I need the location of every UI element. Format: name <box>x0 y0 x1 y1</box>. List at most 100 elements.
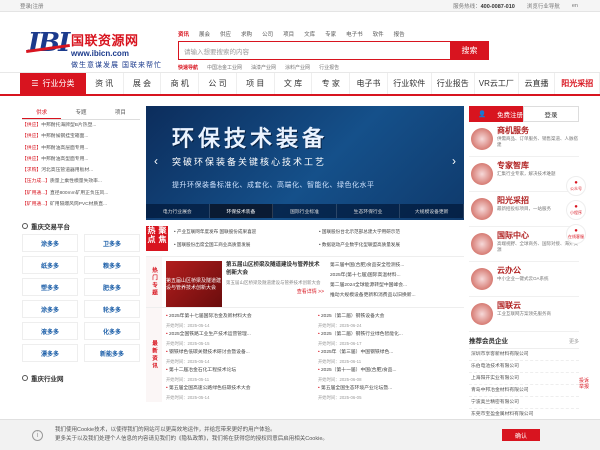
member-item[interactable]: 乐伯电池技术有限公司 <box>469 361 579 373</box>
trade-logo[interactable]: 肥多多 <box>84 278 140 297</box>
cookie-confirm-button[interactable]: 确认 <box>502 429 540 441</box>
nav-item[interactable]: 项 目 <box>237 73 275 94</box>
service-item[interactable]: 云办公 中小企业一键式云OA系统 <box>469 262 579 297</box>
banner-tab[interactable]: 生态环保行业 <box>336 204 401 218</box>
topic-image[interactable]: 第五届山区桥梁及隧道建设与管养技术创新大会 <box>166 261 222 307</box>
news-item[interactable]: • 第五届全国生态环境产业论坛暨... 开始时间：2025-06-05 <box>318 384 464 402</box>
float-button[interactable]: ● 在线客服 <box>566 224 586 244</box>
trade-logo[interactable]: 涂多多 <box>22 234 78 253</box>
member-item[interactable]: 宁波奥兰精密有限公司 <box>469 397 579 409</box>
search-tab[interactable]: 展会 <box>199 30 210 38</box>
site-logo[interactable]: IBI 国联资源网 www.ibicn.com 做生意谋发展 国联来帮忙 <box>26 28 162 70</box>
search-tab[interactable]: 电子书 <box>346 30 363 38</box>
quick-nav-link[interactable]: 油漆产业网 <box>251 64 276 71</box>
left-tab[interactable]: 项目 <box>101 106 140 119</box>
news-item[interactable]: • 2025年第十七届国际冶金及新材料大会 开始时间：2025-05-14 <box>166 312 312 330</box>
list-item[interactable]: 【矿用通...】直径800mm矿用正负压风... <box>22 188 140 199</box>
trade-logo[interactable]: 液多多 <box>22 322 78 341</box>
float-button[interactable]: ● 公众号 <box>566 176 586 196</box>
news-item[interactable]: • 2025全国铁路工业生产技术运营管理... 开始时间：2025-05-15 <box>166 330 312 348</box>
search-tab[interactable]: 公司 <box>262 30 273 38</box>
list-item[interactable]: 【压力成...】质量上乘性模量失效率... <box>22 176 140 187</box>
banner-tab[interactable]: 环保技术装备 <box>209 204 274 218</box>
login-button[interactable]: 登录 <box>523 106 579 122</box>
nav-item[interactable]: 行业软件 <box>388 73 432 94</box>
search-tab[interactable]: 供应 <box>220 30 231 38</box>
list-item[interactable]: 【矿用通...】矿用隔爆风筒PVC材质直... <box>22 199 140 210</box>
news-item[interactable]: • 第十二届冶金石化工程技术论坛 开始时间：2025-05-11 <box>166 366 312 384</box>
news-item[interactable]: • 2025年（第三届）中国钢铁绿色... 开始时间：2025-06-11 <box>318 348 464 366</box>
banner-tab[interactable]: 电力行业展会 <box>146 204 210 218</box>
hot-line[interactable]: • 产业互联网年度发布 国联股份成果喜迎 <box>174 226 319 239</box>
search-tab[interactable]: 软件 <box>373 30 384 38</box>
register-button[interactable]: 👤 免费注册 <box>469 106 523 122</box>
quick-nav-link[interactable]: 行业报告 <box>319 64 339 71</box>
list-item[interactable]: 【供应】中邦耐候钢挂宝箱面... <box>22 131 140 142</box>
login-link[interactable]: 登录 <box>20 4 31 10</box>
topic-list-item[interactable]: 推动大规模设备更新和消费品以旧换新... <box>330 291 464 301</box>
news-item[interactable]: • 2025（第二届）钢铁设备大会 开始时间：2025-06-24 <box>318 312 464 330</box>
report-link[interactable]: 投诉举报 <box>578 378 590 390</box>
hot-line[interactable]: • 国联股份台北示范部总建大学用研示范 <box>319 226 464 239</box>
nav-item[interactable]: 阳光采招 <box>555 73 600 94</box>
search-tab[interactable]: 求购 <box>241 30 252 38</box>
trade-logo[interactable]: 涂多多 <box>22 300 78 319</box>
language-switch[interactable]: en <box>572 3 578 9</box>
float-button[interactable]: ● 小程序 <box>566 200 586 220</box>
list-item[interactable]: 【求购】河北高压管道器用板材... <box>22 165 140 176</box>
left-tab[interactable]: 供求 <box>22 106 62 119</box>
search-button[interactable]: 搜索 <box>450 41 489 60</box>
trade-logo[interactable]: 塑多多 <box>22 278 78 297</box>
main-banner[interactable]: ‹ › 环保技术装备 突破环保装备关键核心技术工艺 提升环保装备标准化、成套化、… <box>146 106 464 220</box>
search-tab[interactable]: 项目 <box>283 30 294 38</box>
nav-item[interactable]: 专 家 <box>312 73 351 94</box>
banner-tab[interactable]: 大规模设备更新 <box>400 204 464 218</box>
service-item[interactable]: 国际中心 高端视野、全球商务、国际对接、海外资源 <box>469 227 579 262</box>
news-item[interactable]: • 第五届全国高速公路绿色低碳技术大会 开始时间：2025-05-14 <box>166 384 312 402</box>
feature-more-link[interactable]: 查看详情 >> <box>226 288 324 295</box>
service-item[interactable]: 国联云 工业互联网方案领先服务商 <box>469 297 579 332</box>
service-item[interactable]: 专家智库 汇集行业专家，解决技术难题 <box>469 157 579 192</box>
nav-item[interactable]: 公 司 <box>199 73 237 94</box>
trade-logo[interactable]: 轮多多 <box>84 300 140 319</box>
news-item[interactable]: • 2025（第十一届）中国(合肥)食品... 开始时间：2025-06-08 <box>318 366 464 384</box>
nav-item[interactable]: 电子书 <box>350 73 388 94</box>
banner-tab[interactable]: 国际行业标准 <box>273 204 337 218</box>
service-item[interactable]: 阳光采招 最新招投标项目，一站服务 <box>469 192 579 227</box>
hot-line[interactable]: • 数据驱动产业数字化型联盟高质量发展 <box>319 239 464 252</box>
nav-item[interactable]: 资 讯 <box>86 73 124 94</box>
quick-nav-link[interactable]: 涂料产业网 <box>285 64 310 71</box>
trade-logo[interactable]: 漂多多 <box>22 344 78 363</box>
nav-item[interactable]: 展 会 <box>124 73 162 94</box>
search-input[interactable]: 请输入想要搜索的内容 <box>178 41 450 60</box>
industry-nav-link[interactable]: 浏览行业导航 <box>527 2 560 10</box>
topic-list-item[interactable]: 第二届2024全球能源转型中国峰会... <box>330 281 464 291</box>
hot-line[interactable]: • 国联股份出席全国工商业高质量发展 <box>174 239 319 252</box>
trade-logo[interactable]: 卫多多 <box>84 234 140 253</box>
nav-item[interactable]: 商 机 <box>161 73 200 94</box>
list-item[interactable]: 【供应】中邦耐油高型面专用... <box>22 154 140 165</box>
member-item[interactable]: 青岛中邦冶金材料有限公司 <box>469 385 579 397</box>
trade-logo[interactable]: 粮多多 <box>84 256 140 275</box>
left-tab[interactable]: 专题 <box>61 106 100 119</box>
nav-item[interactable]: 云直播 <box>519 73 556 94</box>
banner-prev-arrow[interactable]: ‹ <box>154 154 158 168</box>
quick-nav-link[interactable]: 中国冶金工业网 <box>207 64 242 71</box>
nav-item[interactable]: VR云工厂 <box>475 73 519 94</box>
trade-logo[interactable]: 新能多多 <box>84 344 140 363</box>
topic-list-item[interactable]: 2025年(第十七届)国际高温材料... <box>330 271 464 281</box>
nav-item[interactable]: 文 库 <box>275 73 313 94</box>
search-tab[interactable]: 专家 <box>325 30 336 38</box>
category-menu[interactable]: ☰ 行业分类 <box>20 73 86 94</box>
list-item[interactable]: 【供应】中邦耐油高层面专用... <box>22 143 140 154</box>
members-more-link[interactable]: 更多 <box>569 336 579 348</box>
topic-list-item[interactable]: 第三届中国(合肥)食品安全检测技... <box>330 261 464 271</box>
banner-next-arrow[interactable]: › <box>452 154 456 168</box>
news-item[interactable]: • 钢铁绿色低碳关键技术研讨会暨设备... 开始时间：2025-05-14 <box>166 348 312 366</box>
news-item[interactable]: • 2025（第二届）钢铁行业绿色智能化... 开始时间：2025-06-17 <box>318 330 464 348</box>
register-link[interactable]: 注册 <box>32 4 43 10</box>
nav-item[interactable]: 行业报告 <box>432 73 476 94</box>
member-item[interactable]: 上海阳开实业有限公司 <box>469 373 579 385</box>
service-item[interactable]: 商机服务 供需商品、订单服务、销售渠道、人脉搭建 <box>469 122 579 157</box>
trade-logo[interactable]: 纸多多 <box>22 256 78 275</box>
